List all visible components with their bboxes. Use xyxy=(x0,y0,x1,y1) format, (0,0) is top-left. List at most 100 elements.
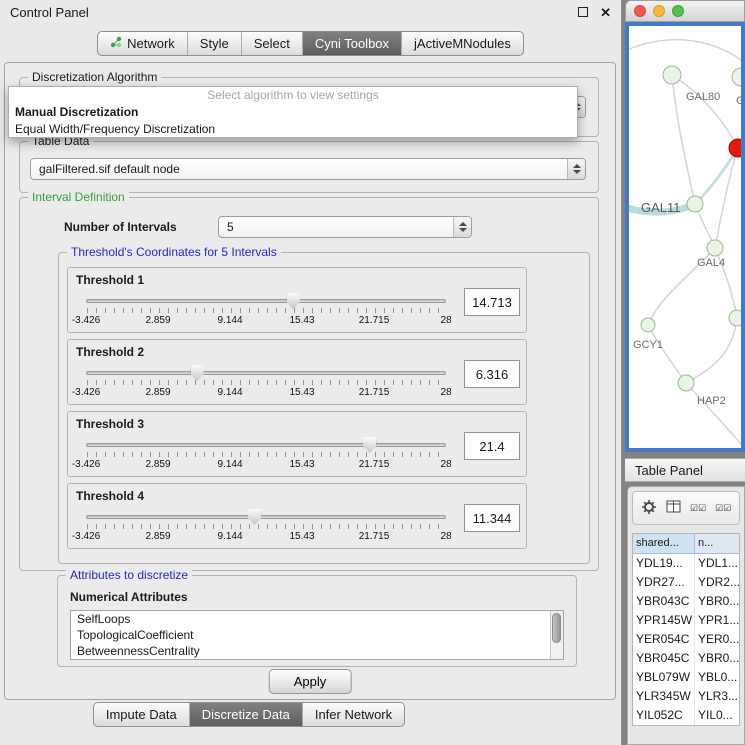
dropdown-placeholder: Select algorithm to view settings xyxy=(9,87,577,104)
tab-network[interactable]: Network xyxy=(98,32,188,55)
node-label-gcy1: GCY1 xyxy=(633,339,663,351)
columns-icon[interactable] xyxy=(666,500,681,516)
dropdown-option-manual[interactable]: Manual Discretization xyxy=(9,104,577,121)
tab-impute-data[interactable]: Impute Data xyxy=(94,703,190,726)
table-row[interactable]: YER054CYER0... xyxy=(633,630,739,649)
gear-icon[interactable] xyxy=(641,499,657,518)
threshold-2-slider[interactable]: -3.426 2.859 9.144 15.43 21.715 28 xyxy=(86,364,446,402)
threshold-1-value[interactable]: 14.713 xyxy=(464,288,520,316)
panel-title: Control Panel xyxy=(10,5,89,20)
float-window-icon[interactable] xyxy=(578,7,588,17)
network-view-window: GAL80 GAL GAL11 GAL4 GCY1 HAP2 xyxy=(625,0,745,452)
table-row[interactable]: YIL052CYIL0... xyxy=(633,706,739,725)
group-title: Discretization Algorithm xyxy=(28,70,161,84)
table-data-group: Table Data galFiltered.sif default node xyxy=(19,141,599,193)
dropdown-option-equal-width[interactable]: Equal Width/Frequency Discretization xyxy=(9,121,577,138)
tab-cyni-toolbox[interactable]: Cyni Toolbox xyxy=(303,32,402,55)
node-gal80[interactable] xyxy=(663,66,681,84)
slider-track[interactable] xyxy=(86,299,446,303)
select-columns-icon[interactable]: ☑☑ xyxy=(690,504,706,513)
stepper-icon xyxy=(567,159,585,179)
slider-track[interactable] xyxy=(86,443,446,447)
threshold-3-value[interactable]: 21.4 xyxy=(464,432,520,460)
network-icon xyxy=(110,36,122,51)
table-row[interactable]: YLR345WYLR3... xyxy=(633,687,739,706)
column-header-shared-name[interactable]: shared... xyxy=(633,534,695,554)
number-of-intervals-combo[interactable]: 5 xyxy=(218,216,472,238)
minimize-traffic-light-icon[interactable] xyxy=(653,5,665,17)
tab-discretize-data[interactable]: Discretize Data xyxy=(190,703,303,726)
medium-edge xyxy=(695,148,738,204)
group-title: Interval Definition xyxy=(28,190,129,204)
control-panel-titlebar: Control Panel ✕ xyxy=(0,0,621,24)
threshold-panel-4: Threshold 4 -3.426 2.859 9.144 15.43 21.… xyxy=(67,483,527,549)
slider-thumb[interactable] xyxy=(363,437,376,453)
tab-jactivemnodules[interactable]: jActiveMNodules xyxy=(402,32,523,55)
tab-infer-network[interactable]: Infer Network xyxy=(303,703,404,726)
group-title: Attributes to discretize xyxy=(66,568,192,582)
table-row[interactable]: YBL079WYBL0... xyxy=(633,668,739,687)
slider-track[interactable] xyxy=(86,515,446,519)
interval-definition-group: Interval Definition Number of Intervals … xyxy=(19,197,599,571)
network-window-titlebar[interactable] xyxy=(625,0,745,22)
slider-track[interactable] xyxy=(86,371,446,375)
network-canvas[interactable]: GAL80 GAL GAL11 GAL4 GCY1 HAP2 xyxy=(625,22,745,452)
table-panel-titlebar[interactable]: Table Panel xyxy=(625,458,745,482)
node-label-partial: GAL xyxy=(736,95,741,107)
threshold-4-value[interactable]: 11.344 xyxy=(464,504,520,532)
table-row[interactable]: YDR27...YDR2... xyxy=(633,573,739,592)
stepper-icon xyxy=(453,217,471,237)
threshold-panel-2: Threshold 2 -3.426 2.859 9.144 15.43 21.… xyxy=(67,339,527,405)
node-label-hap2: HAP2 xyxy=(697,395,726,407)
algorithm-dropdown-popup: Select algorithm to view settings Manual… xyxy=(8,86,578,138)
node-table: shared... n... YDL19...YDL1... YDR27...Y… xyxy=(632,533,740,726)
scrollbar-thumb[interactable] xyxy=(552,613,561,643)
threshold-label: Threshold 2 xyxy=(76,345,144,359)
node-selected-red[interactable] xyxy=(729,139,741,157)
threshold-label: Threshold 1 xyxy=(76,273,144,287)
slider-thumb[interactable] xyxy=(191,365,204,381)
table-row[interactable]: YBR043CYBR0... xyxy=(633,592,739,611)
slider-thumb[interactable] xyxy=(248,509,261,525)
numerical-attributes-label: Numerical Attributes xyxy=(70,590,188,604)
top-tabbar: Network Style Select Cyni Toolbox jActiv… xyxy=(0,31,621,56)
node-label-gal11: GAL11 xyxy=(641,200,681,215)
threshold-2-value[interactable]: 6.316 xyxy=(464,360,520,388)
threshold-4-slider[interactable]: -3.426 2.859 9.144 15.43 21.715 28 xyxy=(86,508,446,546)
table-panel-title: Table Panel xyxy=(635,463,703,478)
node-gal4[interactable] xyxy=(707,240,723,256)
slider-thumb[interactable] xyxy=(287,293,300,309)
threshold-label: Threshold 3 xyxy=(76,417,144,431)
numerical-attributes-list[interactable]: SelfLoops TopologicalCoefficient Between… xyxy=(70,610,564,660)
table-data-combo[interactable]: galFiltered.sif default node xyxy=(30,158,586,180)
select-rows-icon[interactable]: ☑☑ xyxy=(715,504,731,513)
list-item[interactable]: SelfLoops xyxy=(71,611,563,627)
node-hap2[interactable] xyxy=(678,375,694,391)
table-row[interactable]: YDL19...YDL1... xyxy=(633,554,739,573)
slider-ticks xyxy=(87,524,446,529)
bottom-tabbar: Impute Data Discretize Data Infer Networ… xyxy=(0,702,498,727)
node-gal11[interactable] xyxy=(687,196,703,212)
node-label-gal4: GAL4 xyxy=(697,257,725,269)
list-scrollbar[interactable] xyxy=(550,611,563,659)
table-row[interactable]: YPR145WYPR1... xyxy=(633,611,739,630)
list-item[interactable]: TopologicalCoefficient xyxy=(71,627,563,643)
node-clipped[interactable] xyxy=(732,68,741,86)
node-gcy1[interactable] xyxy=(641,318,655,332)
node-clipped-right[interactable] xyxy=(729,310,741,326)
table-row[interactable]: YBR045CYBR0... xyxy=(633,649,739,668)
group-title: Threshold's Coordinates for 5 Intervals xyxy=(67,245,281,259)
tab-style[interactable]: Style xyxy=(188,32,242,55)
zoom-traffic-light-icon[interactable] xyxy=(672,5,684,17)
cyni-toolbox-panel: Discretization Algorithm Table Data galF… xyxy=(4,62,616,700)
tab-select[interactable]: Select xyxy=(242,32,303,55)
threshold-3-slider[interactable]: -3.426 2.859 9.144 15.43 21.715 28 xyxy=(86,436,446,474)
close-traffic-light-icon[interactable] xyxy=(634,5,646,17)
threshold-1-slider[interactable]: -3.426 2.859 9.144 15.43 21.715 28 xyxy=(86,292,446,330)
number-of-intervals-label: Number of Intervals xyxy=(64,220,177,234)
list-item[interactable]: BetweennessCentrality xyxy=(71,643,563,659)
node-label-gal80: GAL80 xyxy=(686,91,720,103)
apply-button[interactable]: Apply xyxy=(269,669,352,694)
close-icon[interactable]: ✕ xyxy=(600,6,611,19)
column-header-name[interactable]: n... xyxy=(695,534,739,554)
